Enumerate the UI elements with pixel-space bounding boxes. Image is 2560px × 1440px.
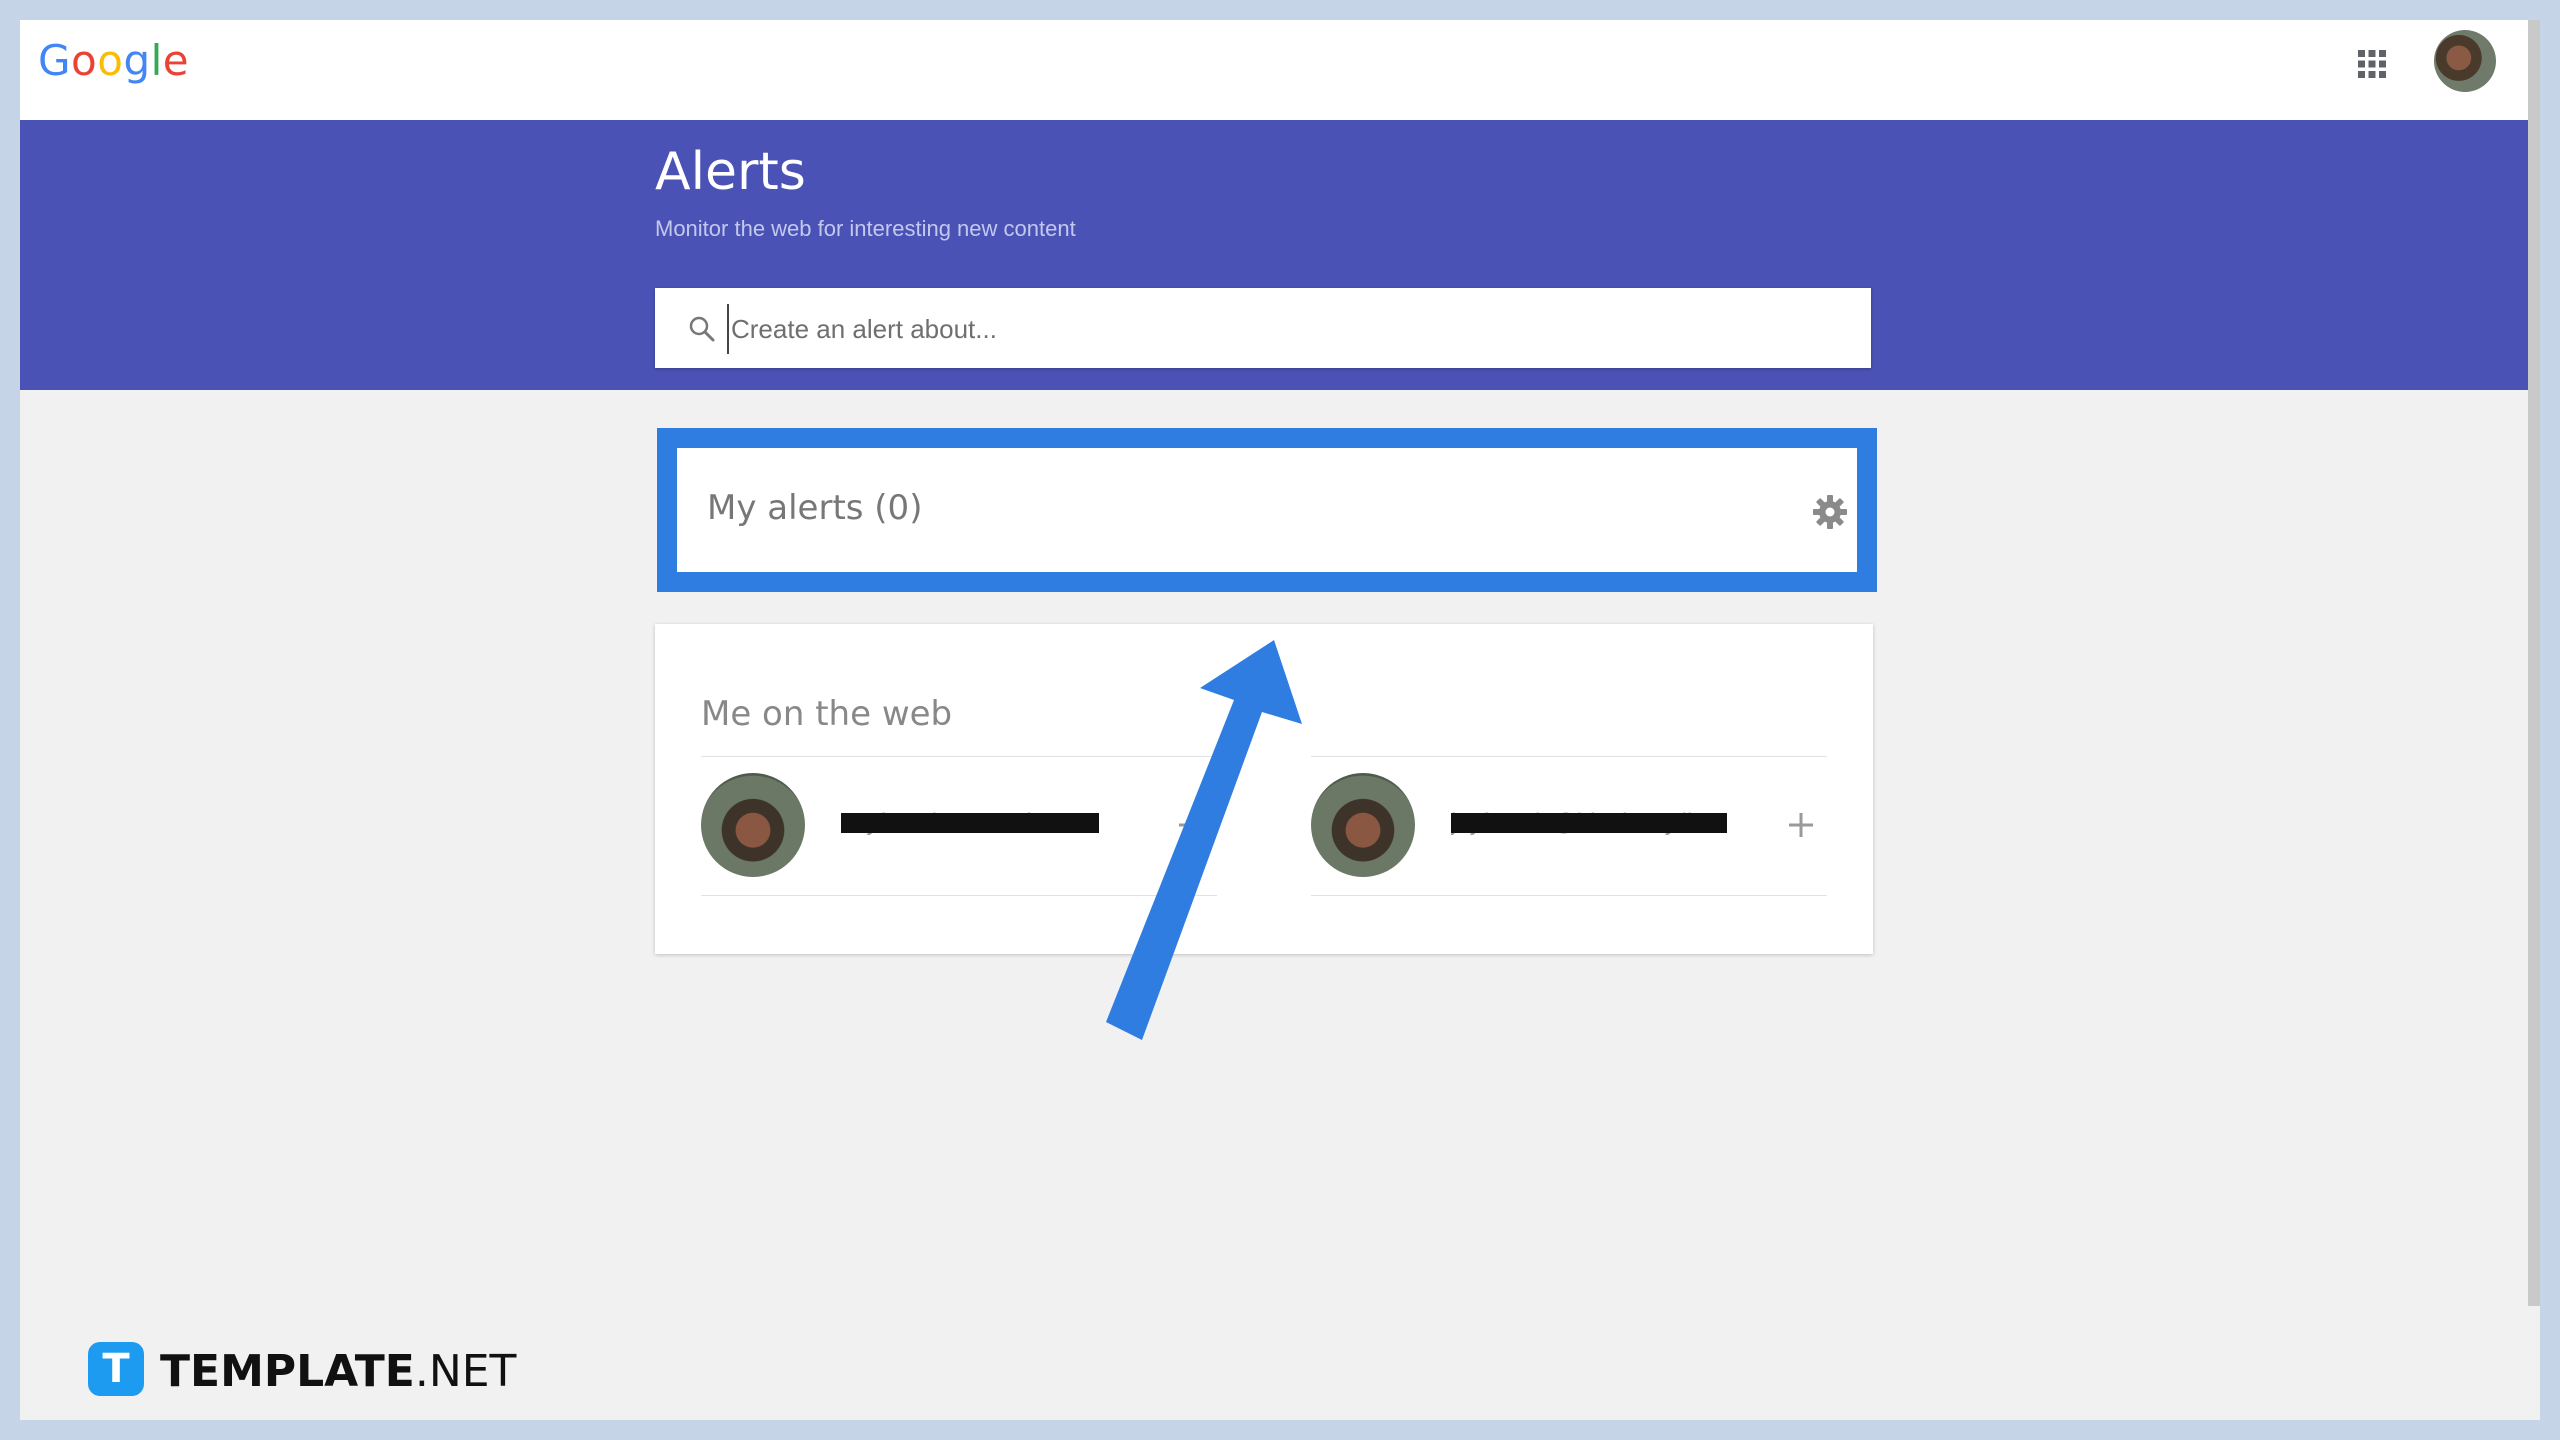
logo-letter: g bbox=[123, 36, 151, 85]
account-avatar[interactable] bbox=[2434, 30, 2496, 92]
web-entry: jayfrancis@blueberry.li bbox=[1311, 756, 1827, 896]
gear-icon[interactable] bbox=[1810, 492, 1850, 532]
brand-suffix-text: .NET bbox=[414, 1346, 517, 1397]
template-brand-text: TEMPLATE.NET bbox=[160, 1346, 516, 1397]
top-bar: Google bbox=[20, 20, 2530, 121]
search-box[interactable] bbox=[655, 288, 1871, 368]
plus-icon[interactable] bbox=[1781, 805, 1821, 845]
template-logo-icon: T bbox=[88, 1342, 144, 1396]
page-subtitle: Monitor the web for interesting new cont… bbox=[655, 216, 1076, 241]
scrollbar[interactable] bbox=[2528, 20, 2540, 1306]
my-alerts-title: My alerts (0) bbox=[707, 488, 923, 528]
page-title: Alerts bbox=[655, 142, 806, 202]
brand-bold-text: TEMPLATE bbox=[160, 1346, 415, 1397]
logo-letter: G bbox=[38, 36, 72, 85]
me-on-the-web-title: Me on the web bbox=[701, 694, 953, 734]
logo-letter: l bbox=[150, 36, 163, 85]
logo-letter: e bbox=[162, 36, 190, 85]
google-logo[interactable]: Google bbox=[38, 36, 189, 85]
annotation-arrow bbox=[1106, 640, 1302, 1040]
search-icon bbox=[689, 316, 715, 342]
my-alerts-card: My alerts (0) bbox=[677, 448, 1857, 572]
redaction-bar bbox=[1451, 813, 1727, 833]
apps-grid-icon[interactable] bbox=[2352, 44, 2392, 84]
browser-screen: Google Alerts Monitor the web for intere… bbox=[20, 20, 2540, 1420]
logo-letter: o bbox=[71, 36, 98, 85]
search-input[interactable] bbox=[727, 304, 1853, 354]
redaction-bar bbox=[841, 813, 1099, 833]
profile-avatar bbox=[701, 773, 805, 877]
logo-letter: o bbox=[97, 36, 124, 85]
